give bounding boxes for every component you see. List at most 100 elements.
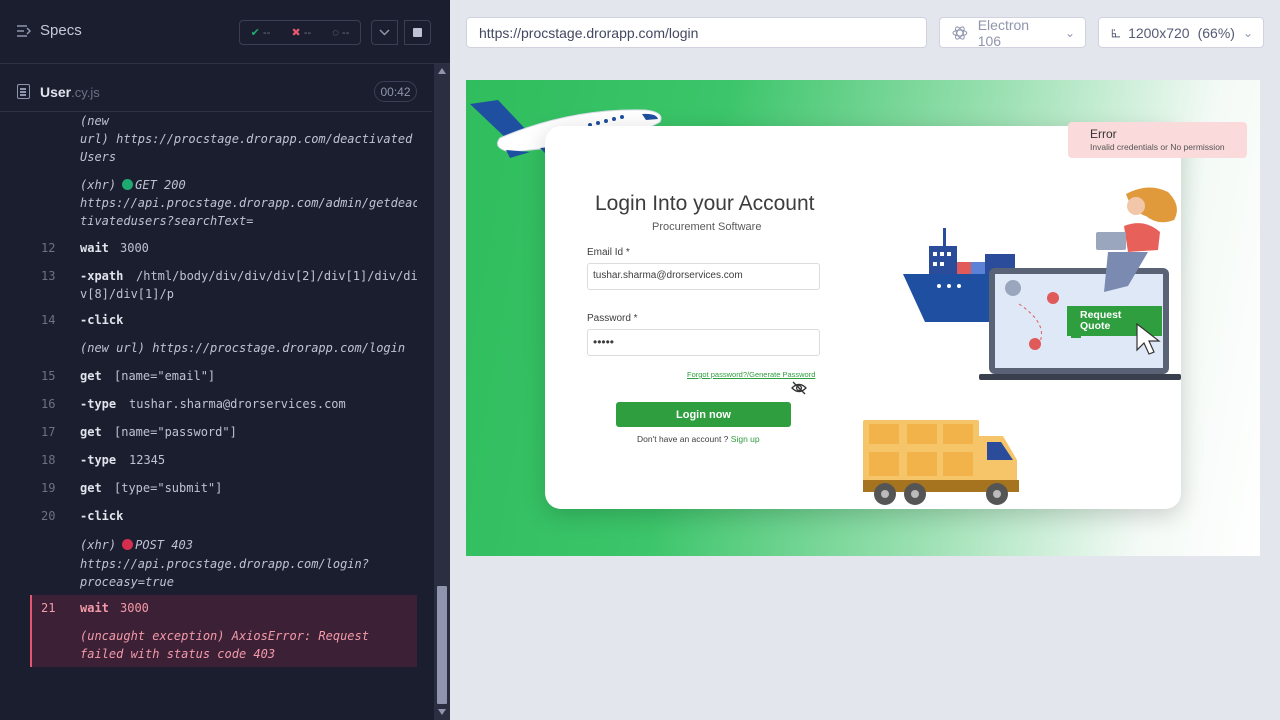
command-number: 16 bbox=[41, 397, 56, 411]
viewport-icon bbox=[1111, 28, 1121, 37]
command-name: get bbox=[80, 481, 102, 495]
dropdown-button[interactable] bbox=[371, 20, 398, 45]
command-number: 13 bbox=[41, 269, 56, 283]
x-icon: ✖ bbox=[291, 27, 301, 39]
specs-header: Specs ✔ -- ✖ -- ◌ -- bbox=[0, 0, 450, 64]
specs-label: Specs bbox=[40, 22, 82, 39]
pending-icon: ◌ bbox=[332, 26, 339, 39]
log-text: https://api.procstage.drorapp.com/login? bbox=[80, 557, 369, 571]
page-title: Login Into your Account bbox=[595, 192, 815, 215]
woman-illustration bbox=[1096, 187, 1177, 292]
file-name: User bbox=[40, 84, 72, 100]
command-name: -type bbox=[80, 397, 117, 411]
eye-off-icon[interactable] bbox=[791, 381, 807, 395]
scroll-up-icon[interactable] bbox=[438, 68, 446, 74]
signup-text: Don't have an account ? bbox=[637, 434, 731, 444]
xhr-label: (xhr) bbox=[80, 178, 117, 192]
command-name: get bbox=[80, 369, 102, 383]
log-text: (new bbox=[80, 114, 109, 128]
passed-count: -- bbox=[262, 27, 271, 39]
password-label: Password * bbox=[587, 313, 638, 324]
log-text: https://api.procstage.drorapp.com/admin/… bbox=[80, 196, 417, 210]
spec-file-header: User.cy.js bbox=[0, 72, 432, 112]
email-field[interactable]: tushar.sharma@drorservices.com bbox=[587, 263, 820, 290]
command-name: -click bbox=[80, 509, 124, 523]
chevron-down-icon: ⌄ bbox=[1064, 25, 1075, 40]
command-arg: [name="password"] bbox=[114, 425, 237, 439]
pending-count: -- bbox=[342, 26, 350, 39]
url-bar[interactable]: https://procstage.drorapp.com/login bbox=[466, 17, 927, 48]
truck-illustration bbox=[863, 420, 1019, 505]
command-number: 19 bbox=[41, 481, 56, 495]
failed-command[interactable]: 21 wait 3000 (uncaught exception) AxiosE… bbox=[30, 595, 417, 667]
command-arg: 3000 bbox=[120, 601, 149, 615]
command-arg: [name="email"] bbox=[114, 369, 216, 383]
login-card: Login Into your Account Procurement Soft… bbox=[545, 126, 1181, 509]
command-arg: 3000 bbox=[120, 241, 149, 255]
status-dot-icon bbox=[122, 179, 134, 190]
command-name: wait bbox=[80, 601, 109, 615]
stop-icon bbox=[413, 28, 422, 37]
command-number: 12 bbox=[41, 241, 56, 255]
page-subtitle: Procurement Software bbox=[652, 221, 762, 233]
command-number: 20 bbox=[41, 509, 56, 523]
chevron-down-icon bbox=[379, 29, 390, 36]
log-text: proceasy=true bbox=[80, 575, 174, 589]
scroll-thumb[interactable] bbox=[437, 586, 447, 704]
error-message: failed with status code 403 bbox=[80, 647, 276, 661]
run-timer: 00:42 bbox=[374, 81, 417, 102]
log-text: url) https://procstage.drorapp.com/deact… bbox=[80, 132, 413, 146]
file-icon bbox=[17, 84, 30, 99]
command-name: -xpath bbox=[80, 269, 124, 283]
xhr-label: (xhr) bbox=[80, 538, 117, 552]
command-name: -click bbox=[80, 313, 124, 327]
browser-selector[interactable]: Electron 106 ⌄ bbox=[939, 16, 1086, 49]
signup-prompt: Don't have an account ? Sign up bbox=[637, 434, 760, 444]
log-scrollbar[interactable] bbox=[434, 64, 450, 720]
password-field[interactable]: ••••• bbox=[587, 329, 820, 356]
app-preview: Login Into your Account Procurement Soft… bbox=[466, 80, 1260, 556]
viewport-size: 1200x720 bbox=[1128, 24, 1190, 41]
signup-link[interactable]: Sign up bbox=[731, 434, 760, 444]
command-number: 17 bbox=[41, 425, 56, 439]
xhr-status: GET 200 bbox=[135, 178, 186, 192]
log-text: Users bbox=[80, 150, 117, 164]
error-toast[interactable]: Error Invalid credentials or No permissi… bbox=[1068, 122, 1247, 158]
electron-icon bbox=[952, 25, 968, 40]
browser-label: Electron 106 bbox=[977, 16, 1030, 49]
login-button[interactable]: Login now bbox=[616, 402, 791, 427]
stop-button[interactable] bbox=[404, 20, 431, 45]
forgot-password-link[interactable]: Forgot password?/Generate Password bbox=[687, 370, 815, 379]
xhr-status: POST 403 bbox=[135, 538, 193, 552]
scroll-down-icon[interactable] bbox=[438, 709, 446, 715]
command-arg: /html/body/div/div/div[2]/div[1]/div/di bbox=[136, 269, 417, 283]
command-name: get bbox=[80, 425, 102, 439]
command-name: wait bbox=[80, 241, 109, 255]
command-list: (new url) https://procstage.drorapp.com/… bbox=[30, 112, 417, 672]
command-number: 15 bbox=[41, 369, 56, 383]
command-arg: [type="submit"] bbox=[114, 481, 223, 495]
command-arg: tushar.sharma@drorservices.com bbox=[129, 397, 346, 411]
command-number: 21 bbox=[41, 601, 56, 615]
toast-message: Invalid credentials or No permission bbox=[1090, 142, 1225, 152]
file-extension: .cy.js bbox=[71, 85, 100, 100]
command-arg: v[8]/div[1]/p bbox=[80, 287, 174, 301]
cursor-icon bbox=[1136, 322, 1161, 355]
command-number: 14 bbox=[41, 313, 56, 327]
command-name: -type bbox=[80, 453, 117, 467]
error-message: (uncaught exception) AxiosError: Request bbox=[80, 629, 369, 643]
viewport-selector[interactable]: 1200x720 (66%) ⌄ bbox=[1098, 17, 1264, 48]
specs-toggle[interactable]: Specs bbox=[16, 22, 82, 39]
command-log-panel: Specs ✔ -- ✖ -- ◌ -- User.cy.js 00:42 (n… bbox=[0, 0, 450, 720]
command-number: 18 bbox=[41, 453, 56, 467]
check-icon: ✔ bbox=[250, 27, 260, 39]
spec-file-name[interactable]: User.cy.js bbox=[40, 84, 100, 100]
email-label: Email Id * bbox=[587, 247, 630, 258]
specs-menu-icon bbox=[17, 24, 32, 37]
log-text: (new url) https://procstage.drorapp.com/… bbox=[80, 341, 406, 355]
log-text: tivatedusers?searchText= bbox=[80, 214, 254, 228]
toast-title: Error bbox=[1090, 127, 1117, 141]
command-arg: 12345 bbox=[129, 453, 166, 467]
failed-count: -- bbox=[303, 27, 312, 39]
status-dot-icon bbox=[122, 539, 134, 550]
